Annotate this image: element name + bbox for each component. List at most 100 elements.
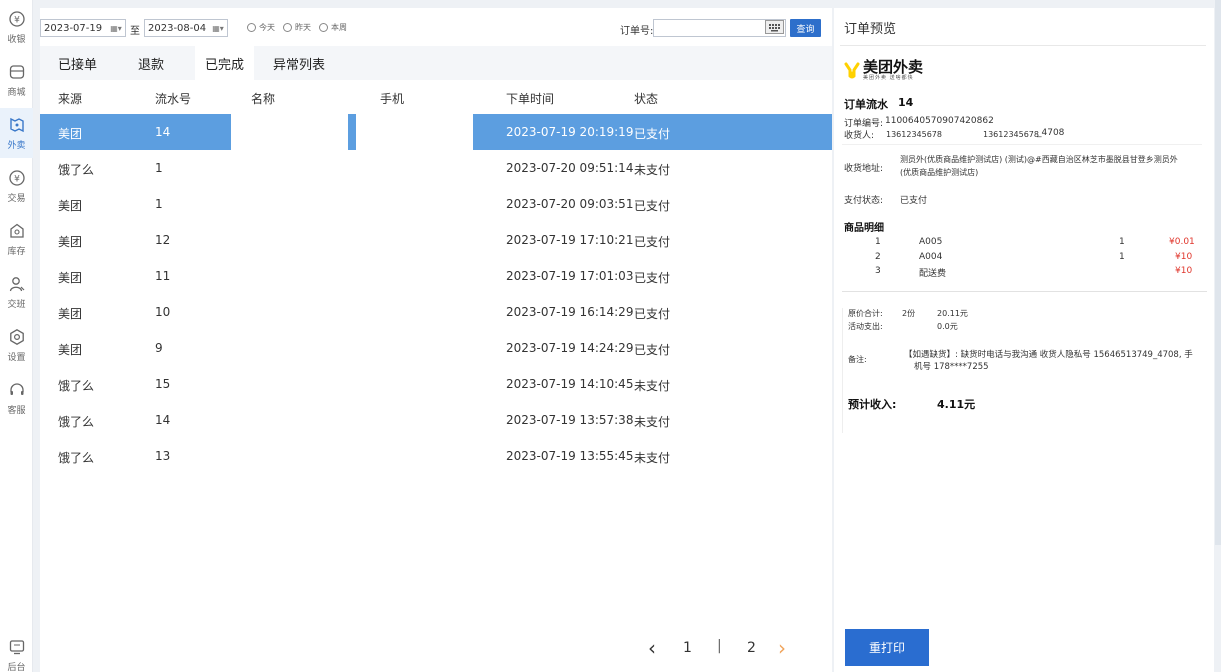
- calendar-icon[interactable]: ▦▾: [109, 22, 123, 34]
- cell-serial: 14: [155, 125, 171, 139]
- goods-no: 1: [875, 237, 881, 247]
- reprint-button[interactable]: 重打印: [845, 629, 929, 666]
- goods-no: 2: [875, 252, 881, 262]
- note-label: 备注:: [848, 355, 867, 364]
- page-divider: |: [717, 638, 722, 654]
- cell-time: 2023-07-19 14:10:45: [506, 377, 634, 391]
- column-header: 状态: [634, 92, 659, 106]
- goods-qty: 1: [1119, 252, 1125, 262]
- table-row[interactable]: 美团 1 2023-07-20 09:03:51 已支付: [40, 186, 832, 222]
- cell-serial: 1: [155, 161, 163, 175]
- discount-value: 0.0元: [937, 322, 958, 331]
- date-to-value: 2023-08-04: [148, 22, 207, 34]
- radio-today[interactable]: 今天: [247, 22, 275, 33]
- brand-name: 美团外卖: [863, 58, 924, 76]
- column-header: 名称: [251, 92, 276, 106]
- calendar-icon[interactable]: ▦▾: [211, 22, 225, 34]
- sidebar-item-label: 后台: [7, 663, 26, 672]
- date-from-value: 2023-07-19: [44, 22, 103, 34]
- sidebar-item-shift[interactable]: 交班: [0, 267, 33, 317]
- cell-time: 2023-07-19 16:14:29: [506, 305, 634, 319]
- redaction-block: [356, 114, 473, 150]
- page-number-2[interactable]: 2: [747, 640, 756, 656]
- order-no-value: 1100640570907420862: [885, 116, 994, 126]
- goods-title: 商品明细: [844, 223, 884, 234]
- table-row[interactable]: 美团 9 2023-07-19 14:24:29 已支付: [40, 330, 832, 366]
- pay-status-label: 支付状态:: [844, 196, 884, 206]
- sidebar-item-label: 交班: [7, 300, 26, 310]
- cell-serial: 13: [155, 449, 171, 463]
- preview-title: 订单预览: [844, 22, 897, 37]
- table-row[interactable]: 美团 10 2023-07-19 16:14:29 已支付: [40, 294, 832, 330]
- sidebar-item-inventory[interactable]: 库存: [0, 214, 33, 264]
- tab-completed[interactable]: 已完成: [195, 46, 255, 80]
- query-button[interactable]: 查询: [790, 19, 821, 37]
- cell-status: 未支付: [634, 451, 671, 465]
- divider: [842, 291, 1207, 292]
- cell-time: 2023-07-20 09:03:51: [506, 197, 634, 211]
- goods-name: 配送费: [919, 269, 947, 279]
- radio-circle[interactable]: [247, 23, 256, 32]
- svg-text:¥: ¥: [14, 175, 20, 185]
- radio-week[interactable]: 本周: [319, 22, 347, 33]
- table-row[interactable]: 饿了么 14 2023-07-19 13:57:38 未支付: [40, 402, 832, 438]
- radio-circle[interactable]: [319, 23, 328, 32]
- keyboard-icon[interactable]: [765, 20, 784, 34]
- tab-refund[interactable]: 退款: [128, 46, 174, 80]
- cell-source: 饿了么: [58, 163, 95, 177]
- address-line-1: 测员外(优质商品维护测试店) (测试)@#西藏自治区林芝市墨脱县甘登乡测员外: [900, 155, 1178, 164]
- table-row[interactable]: 饿了么 13 2023-07-19 13:55:45 未支付: [40, 438, 832, 474]
- table-row[interactable]: 美团 12 2023-07-19 17:10:21 已支付: [40, 222, 832, 258]
- date-to-picker[interactable]: 2023-08-04 ▦▾: [144, 19, 228, 37]
- cell-source: 美团: [58, 271, 83, 285]
- next-page-arrow[interactable]: ›: [778, 636, 786, 660]
- goods-name: A005: [919, 237, 943, 247]
- table-row[interactable]: 饿了么 15 2023-07-19 14:10:45 未支付: [40, 366, 832, 402]
- sidebar-item-service[interactable]: 客服: [0, 373, 33, 423]
- sidebar-item-transaction[interactable]: ¥ 交易: [0, 161, 33, 211]
- prev-page-arrow[interactable]: ‹: [648, 636, 656, 660]
- sidebar-item-shop[interactable]: 商城: [0, 55, 33, 105]
- cashier-icon: ¥: [8, 11, 25, 27]
- filter-toolbar: 2023-07-19 ▦▾ 至 2023-08-04 ▦▾ 今天 昨天 本周 订…: [40, 8, 832, 46]
- goods-qty: 1: [1119, 237, 1125, 247]
- scrollbar[interactable]: [1215, 0, 1221, 545]
- date-separator: 至: [130, 26, 140, 37]
- cell-status: 未支付: [634, 379, 671, 393]
- sidebar-item-cashier[interactable]: ¥ 收银: [0, 2, 33, 52]
- sidebar-item-label: 外卖: [7, 141, 26, 151]
- sidebar-item-backend[interactable]: 后台: [0, 630, 33, 672]
- table-row[interactable]: 美团 14 2023-07-19 20:19:19 已支付: [40, 114, 832, 150]
- table-row[interactable]: 饿了么 1 2023-07-20 09:51:14 未支付: [40, 150, 832, 186]
- sidebar-item-delivery[interactable]: 外卖: [0, 108, 33, 158]
- cell-source: 饿了么: [58, 415, 95, 429]
- goods-price: ¥0.01: [1169, 237, 1195, 247]
- divider: [842, 308, 843, 433]
- radio-yesterday-label: 昨天: [295, 23, 311, 32]
- discount-label: 活动支出:: [848, 322, 883, 331]
- cell-status: 已支付: [634, 271, 671, 285]
- settings-icon: [9, 329, 24, 345]
- sidebar-item-settings[interactable]: 设置: [0, 320, 33, 370]
- order-number-label: 订单号:: [620, 26, 654, 37]
- page-number-1[interactable]: 1: [683, 640, 692, 656]
- orig-total-label: 原价合计:: [848, 309, 883, 318]
- tab-exceptions[interactable]: 异常列表: [263, 46, 335, 80]
- divider: [842, 144, 1202, 145]
- sidebar-item-label: 客服: [7, 406, 26, 416]
- headset-icon: [9, 383, 24, 395]
- radio-yesterday[interactable]: 昨天: [283, 22, 311, 33]
- radio-circle[interactable]: [283, 23, 292, 32]
- inventory-icon: [9, 223, 24, 238]
- radio-today-label: 今天: [259, 23, 275, 32]
- column-header: 下单时间: [506, 92, 555, 106]
- goods-price: ¥10: [1175, 266, 1193, 276]
- tab-accepted[interactable]: 已接单: [48, 46, 107, 80]
- status-tabs: 已接单 退款 已完成 异常列表: [40, 46, 832, 80]
- cell-serial: 9: [155, 341, 163, 355]
- table-row[interactable]: 美团 11 2023-07-19 17:01:03 已支付: [40, 258, 832, 294]
- orig-total-value: 20.11元: [937, 309, 968, 318]
- date-from-picker[interactable]: 2023-07-19 ▦▾: [40, 19, 126, 37]
- cell-status: 未支付: [634, 163, 671, 177]
- cell-status: 未支付: [634, 415, 671, 429]
